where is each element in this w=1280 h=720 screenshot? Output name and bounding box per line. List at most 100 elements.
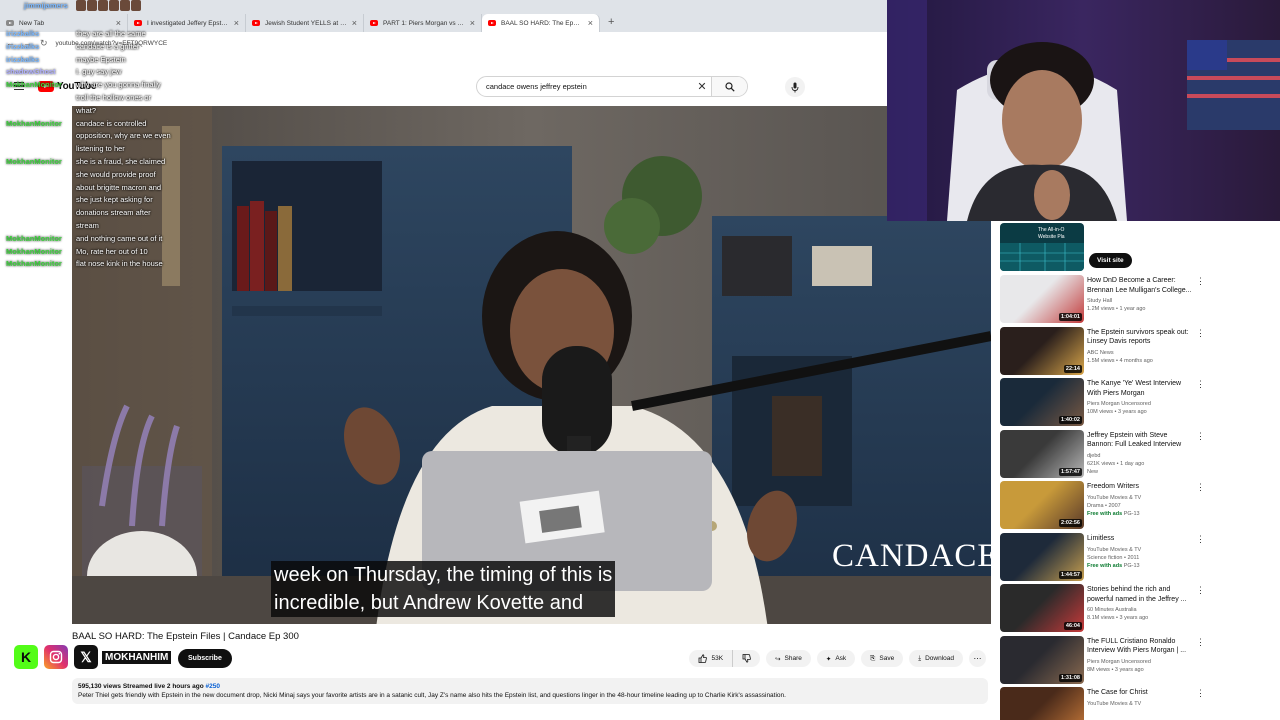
ask-label: Ask	[835, 655, 847, 662]
streamer-socials: K 𝕏 MOKHANHIM	[14, 645, 172, 669]
video-options-icon[interactable]: ⋮	[1196, 328, 1205, 337]
video-actions: 53K ↪ Share ✦ Ask ⎘ Save ⤓ Download ⋯	[689, 650, 986, 667]
ask-button[interactable]: ✦ Ask	[816, 650, 856, 667]
video-thumbnail[interactable]: 1:31:08	[1000, 635, 1084, 684]
browser-tab[interactable]: Jewish Student YELLS at Myron ... ×	[246, 14, 364, 32]
emote-icon	[76, 0, 86, 11]
chat-message: why are you gonna finally	[76, 80, 161, 90]
video-thumbnail[interactable]: 1:44:57	[1000, 532, 1084, 581]
search-box: ✕	[476, 76, 748, 97]
close-tab-icon[interactable]: ×	[470, 18, 475, 28]
recommended-video[interactable]: 1:40:02 The Kanye 'Ye' West Interview Wit…	[1000, 378, 1270, 426]
recommended-video-title[interactable]: The FULL Cristiano Ronaldo Interview Wit…	[1087, 637, 1195, 656]
video-meta: Drama • 2007	[1087, 503, 1121, 509]
clear-search-icon[interactable]: ✕	[693, 80, 711, 93]
video-thumbnail[interactable]	[1000, 687, 1084, 720]
video-options-icon[interactable]: ⋮	[1196, 431, 1205, 440]
chat-username: MokhanMonitor	[6, 80, 62, 90]
recommended-video-title[interactable]: How DnD Become a Career: Brennan Lee Mul…	[1087, 276, 1195, 295]
video-options-icon[interactable]: ⋮	[1196, 586, 1205, 595]
ad-thumbnail[interactable]: The All-in-O Website Pla	[1000, 223, 1084, 271]
availability-row: Free with ads PG-13	[1087, 510, 1140, 518]
recommended-video[interactable]: 1:04:01 How DnD Become a Career: Brennan …	[1000, 275, 1270, 323]
browser-tab[interactable]: BAAL SO HARD: The Epstein Fi... ×	[482, 14, 600, 32]
video-options-icon[interactable]: ⋮	[1196, 380, 1205, 389]
more-actions-button[interactable]: ⋯	[969, 650, 986, 667]
recommended-video[interactable]: 22:14 The Epstein survivors speak out: Li…	[1000, 326, 1270, 375]
search-button[interactable]	[711, 77, 747, 96]
like-button[interactable]: 53K	[689, 650, 732, 667]
free-with-ads-badge: Free with ads	[1087, 511, 1123, 517]
video-title: BAAL SO HARD: The Epstein Files | Candac…	[72, 631, 299, 642]
share-icon: ↪	[775, 655, 781, 663]
recommended-video[interactable]: 1:44:57 Limitless YouTube Movies & TV Scien…	[1000, 532, 1270, 581]
new-tab-button[interactable]: +	[600, 16, 622, 28]
free-with-ads-badge: Free with ads	[1087, 562, 1123, 569]
search-input[interactable]	[477, 77, 693, 96]
visit-site-button[interactable]: Visit site	[1089, 253, 1132, 268]
video-options-icon[interactable]: ⋮	[1196, 534, 1205, 543]
video-player[interactable]: CANDACE	[72, 106, 991, 624]
channel-name[interactable]: Piers Morgan Uncensored	[1087, 400, 1151, 408]
channel-name[interactable]: Study Hall	[1087, 297, 1112, 305]
download-button[interactable]: ⤓ Download	[909, 650, 963, 667]
recommended-video[interactable]: 1:57:47 Jeffrey Epstein with Steve Bannon…	[1000, 429, 1270, 478]
voice-search-button[interactable]	[785, 77, 805, 97]
recommended-video-title[interactable]: Jeffrey Epstein with Steve Bannon: Full …	[1087, 431, 1195, 450]
video-thumbnail[interactable]: 1:04:01	[1000, 275, 1084, 323]
recommended-video[interactable]: The Case for Christ YouTube Movies & TV ⋮	[1000, 687, 1270, 720]
chat-username: MokhanMonitor	[6, 259, 62, 269]
recommended-video-title[interactable]: Freedom Writers	[1087, 482, 1195, 492]
video-thumbnail[interactable]: 46:04	[1000, 584, 1084, 632]
chat-emote-row	[76, 0, 141, 11]
close-tab-icon[interactable]: ×	[588, 18, 593, 28]
chat-message: she would provide proof	[76, 169, 156, 179]
hashtag-link[interactable]: #250	[206, 683, 220, 690]
video-meta: 1.5M views • 4 months ago	[1087, 357, 1153, 364]
chat-message: they are all the same	[76, 29, 146, 38]
recommended-video-title[interactable]: Limitless	[1087, 534, 1195, 544]
recommended-video-title[interactable]: The Epstein survivors speak out: Linsey …	[1087, 328, 1195, 347]
channel-name[interactable]: ABC News	[1087, 349, 1114, 357]
channel-name[interactable]: 60 Minutes Australia	[1087, 606, 1137, 614]
video-thumbnail[interactable]: 1:40:02	[1000, 378, 1084, 426]
recommended-video[interactable]: 2:02:56 Freedom Writers YouTube Movies & T…	[1000, 481, 1270, 529]
video-thumbnail[interactable]: 22:14	[1000, 326, 1084, 375]
channel-name[interactable]: YouTube Movies & TV	[1087, 494, 1141, 502]
recommended-video[interactable]: 46:04 Stories behind the rich and powerfu…	[1000, 584, 1270, 632]
channel-name[interactable]: Piers Morgan Uncensored	[1087, 658, 1151, 666]
video-thumbnail[interactable]: 2:02:56	[1000, 481, 1084, 529]
browser-tab[interactable]: PART 1: Piers Morgan vs Andre... ×	[364, 14, 482, 32]
download-label: Download	[925, 655, 954, 662]
close-tab-icon[interactable]: ×	[352, 18, 357, 28]
tab-title: BAAL SO HARD: The Epstein Fi...	[501, 19, 583, 27]
video-options-icon[interactable]: ⋮	[1196, 277, 1205, 286]
subscribe-button[interactable]: Subscribe	[178, 649, 232, 668]
chat-message: I. guy say jew	[76, 67, 122, 77]
emote-icon	[87, 0, 97, 11]
save-button[interactable]: ⎘ Save	[861, 650, 904, 667]
channel-name[interactable]: YouTube Movies & TV	[1087, 700, 1141, 708]
recommended-video-title[interactable]: The Kanye 'Ye' West Interview With Piers…	[1087, 379, 1195, 398]
video-thumbnail[interactable]: 1:57:47	[1000, 429, 1084, 478]
video-meta: 1.2M views • 1 year ago	[1087, 306, 1146, 312]
description-box[interactable]: 595,130 views Streamed live 2 hours ago …	[72, 678, 988, 704]
recommended-video-title[interactable]: The Case for Christ	[1087, 688, 1195, 698]
video-options-icon[interactable]: ⋮	[1196, 483, 1205, 492]
close-tab-icon[interactable]: ×	[234, 18, 239, 28]
video-duration: 22:14	[1063, 364, 1082, 373]
video-options-icon[interactable]: ⋮	[1196, 689, 1205, 698]
share-button[interactable]: ↪ Share	[766, 650, 811, 667]
recommended-video[interactable]: 1:31:08 The FULL Cristiano Ronaldo Interv…	[1000, 635, 1270, 684]
video-duration: 46:04	[1063, 622, 1082, 630]
video-options-icon[interactable]: ⋮	[1196, 637, 1205, 646]
sparkle-icon: ✦	[825, 655, 832, 663]
chat-message: and nothing came out of it	[76, 233, 163, 243]
channel-name[interactable]: djebd	[1087, 452, 1100, 460]
stream-chat-overlay: jimmijamers irizzkalks they are all the s…	[0, 0, 200, 280]
channel-name[interactable]: YouTube Movies & TV	[1087, 546, 1141, 554]
recommended-video-title[interactable]: Stories behind the rich and powerful nam…	[1087, 585, 1195, 604]
video-duration: 1:04:01	[1059, 313, 1082, 321]
dislike-button[interactable]	[732, 650, 760, 667]
chat-username: irizzkalks	[6, 54, 40, 64]
